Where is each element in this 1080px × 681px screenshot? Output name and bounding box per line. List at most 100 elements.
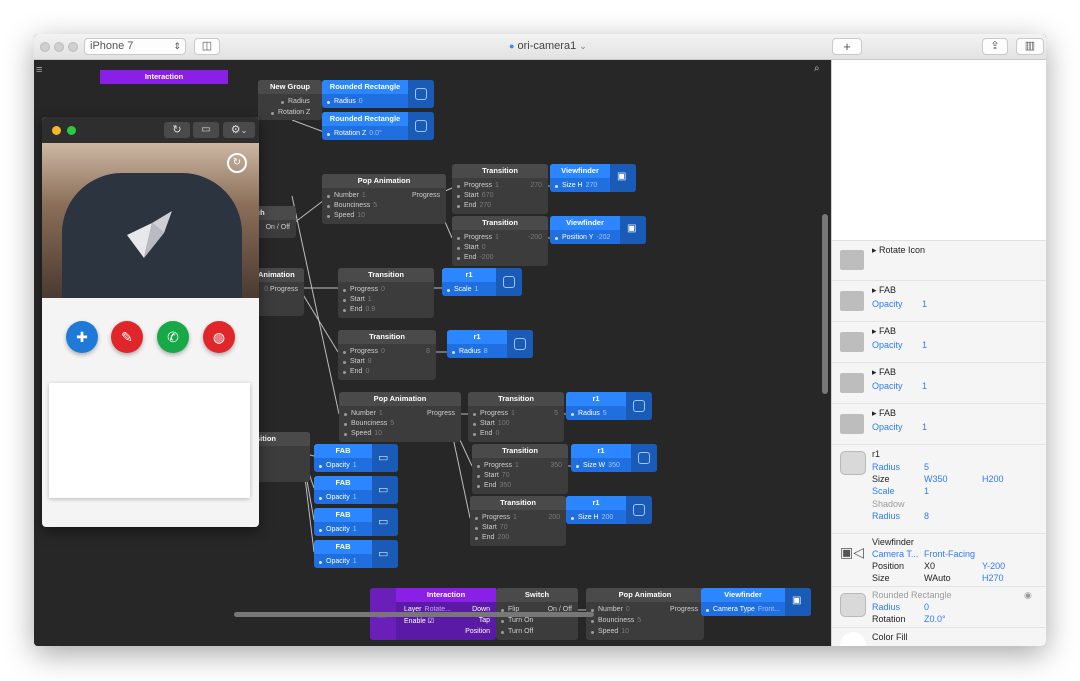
port-radius[interactable]: Radius [281,98,310,105]
refresh-button[interactable]: ↻ [164,122,190,138]
layer-thumb[interactable] [507,330,533,358]
pop-animation-node-1[interactable]: Pop Animation Number 1 Bounciness 5 Speed 1… [322,174,446,224]
layer-thumb[interactable]: ▭ [372,444,398,472]
port-start[interactable]: Start 8 [343,358,372,365]
port-progress[interactable]: Progress [670,606,698,613]
port-camera-type[interactable]: Camera Type Front... [705,606,780,613]
port-bounciness[interactable]: Bounciness 5 [326,202,377,209]
close-window-button[interactable] [40,42,50,52]
port-turn-on[interactable]: Turn On [500,617,533,624]
property-value[interactable]: X0 [924,561,935,571]
fab-node-4[interactable]: FAB Opacity 1 ▭ [314,540,398,568]
property-value[interactable]: 1 [922,422,927,432]
layer-thumb[interactable]: ▣ [610,164,636,192]
property-value[interactable]: H270 [982,573,1004,583]
port-progress[interactable]: Progress 1 [457,182,499,189]
port-end[interactable]: End 0 [342,368,369,375]
layer-thumb[interactable] [408,80,434,108]
port-speed[interactable]: Speed 10 [343,430,382,437]
layer-thumb[interactable]: ▭ [372,476,398,504]
fab-node-2[interactable]: FAB Opacity 1 ▭ [314,476,398,504]
patch-editor-canvas[interactable]: ≡ ⌕ Interaction New Group Radius Rotatio… [34,60,830,646]
eye-icon[interactable]: ◉ [1024,590,1032,601]
pop-animation-node-3[interactable]: Pop Animation Number 0 Bounciness 5 Speed 1… [586,588,704,640]
port-opacity[interactable]: Opacity 1 [319,462,357,469]
port-progress[interactable]: Progress [412,192,440,199]
port-progress[interactable]: Progress 1 [473,410,515,417]
property-value[interactable]: W350 [924,474,948,484]
layer-thumb[interactable] [408,112,434,140]
settings-button[interactable]: ⚙⌄ [223,122,255,138]
share-button[interactable]: ⇪ [982,38,1008,55]
viewfinder-node-1[interactable]: Viewfinder Size H 270 ▣ [550,164,636,192]
transition-node-1[interactable]: Transition Progress 1 270 Start 670 End 270 [452,164,548,214]
port-rotation[interactable]: Rotation Z [270,109,310,116]
layer-row-fab-1[interactable]: ▸ FAB Opacity 1 [832,281,1046,322]
property-value[interactable]: Z0.0° [924,614,946,624]
port-bounciness[interactable]: Bounciness 5 [343,420,394,427]
layout-toggle-button[interactable]: ◫ [194,38,220,55]
port-size-h[interactable]: Size H 200 [570,514,613,521]
port-output[interactable]: -200 [528,234,542,241]
layer-row-r1[interactable]: r1 Radius 5 Size W350 H200 Scale 1 Shado… [832,445,1046,534]
transition-node-3[interactable]: Transition Progress 0 Start 1 End 0.9 [338,268,434,318]
fab-add-contact[interactable]: ✚ [66,321,98,353]
port-speed[interactable]: Speed 10 [326,212,365,219]
port-scale[interactable]: Scale 1 [446,286,478,293]
rounded-rectangle-node-2[interactable]: Rounded Rectangle Rotation Z 0.0° [322,112,434,140]
port-opacity[interactable]: Opacity 1 [319,494,357,501]
port-turn-off[interactable]: Turn Off [500,628,533,635]
r1-node-size-w[interactable]: r1 Size W 350 [571,444,657,472]
transition-node-7[interactable]: Transition Progress 1 200 Start 70 End 200 [470,496,566,546]
property-value[interactable]: 0 [924,602,929,612]
checkbox-checked-icon[interactable]: ☑ [428,618,434,625]
port-progress[interactable]: Progress 1 [457,234,499,241]
port-tap[interactable]: Tap [479,617,490,624]
layer-thumb[interactable] [626,496,652,524]
port-radius[interactable]: Radius 5 [571,410,607,417]
port-progress[interactable]: Progress 1 [475,514,517,521]
layer-row-rotate-icon[interactable]: ▸ Rotate Icon [832,240,1046,281]
port-output[interactable]: 350 [550,462,562,469]
document-title-area[interactable]: ● ori-camera1 ⌄ [509,40,587,52]
port-size-w[interactable]: Size W 350 [576,462,620,469]
property-value[interactable]: Y-200 [982,561,1005,571]
horizontal-scrollbar[interactable] [234,612,594,617]
port-opacity[interactable]: Opacity 1 [319,558,357,565]
zoom-window-button[interactable] [68,42,78,52]
port-start[interactable]: Start 70 [475,524,508,531]
transition-node-6[interactable]: Transition Progress 1 350 Start 70 End 350 [472,444,568,494]
layer-row-fab-4[interactable]: ▸ FAB Opacity 1 [832,404,1046,445]
port-output[interactable]: 200 [548,514,560,521]
port-progress[interactable]: 0 Progress [261,286,298,293]
port-progress[interactable]: Progress 0 [343,348,385,355]
port-size-h[interactable]: Size H 270 [554,182,597,189]
layer-thumb[interactable]: ▣ [785,588,811,616]
transition-node-4[interactable]: Transition Progress 0 8 Start 8 End 0 [338,330,436,380]
layer-thumb[interactable]: ▭ [372,508,398,536]
port-speed[interactable]: Speed 10 [590,628,629,635]
property-value[interactable]: 8 [924,511,929,521]
port-start[interactable]: Start 70 [477,472,510,479]
port-progress[interactable]: Progress 1 [477,462,519,469]
property-value[interactable]: H200 [982,474,1004,484]
port-enable[interactable]: Enable ☑ [404,617,434,625]
port-position[interactable]: Position [465,628,490,635]
device-select[interactable]: iPhone 7 ⇕ [84,38,186,55]
switch-camera-icon[interactable]: ↻ [227,153,247,173]
port-on-off[interactable]: On / Off [266,224,290,231]
port-end[interactable]: End 200 [474,534,509,541]
record-button[interactable]: ▭ [193,122,219,138]
r1-node-radius-1[interactable]: r1 Radius 8 [447,330,533,358]
layer-row-fab-3[interactable]: ▸ FAB Opacity 1 [832,363,1046,404]
minimize-preview-button[interactable] [52,126,61,135]
port-end[interactable]: End 0 [472,430,499,437]
layer-thumb[interactable] [626,392,652,420]
port-progress[interactable]: Progress 0 [343,286,385,293]
transition-node-2[interactable]: Transition Progress 1 -200 Start 0 End -200 [452,216,548,266]
layer-row-color-fill[interactable]: Color Fill [832,628,1046,646]
fab-node-3[interactable]: FAB Opacity 1 ▭ [314,508,398,536]
vertical-scrollbar[interactable] [822,64,828,584]
port-number[interactable]: Number 1 [327,192,366,199]
port-end[interactable]: End -200 [456,254,493,261]
